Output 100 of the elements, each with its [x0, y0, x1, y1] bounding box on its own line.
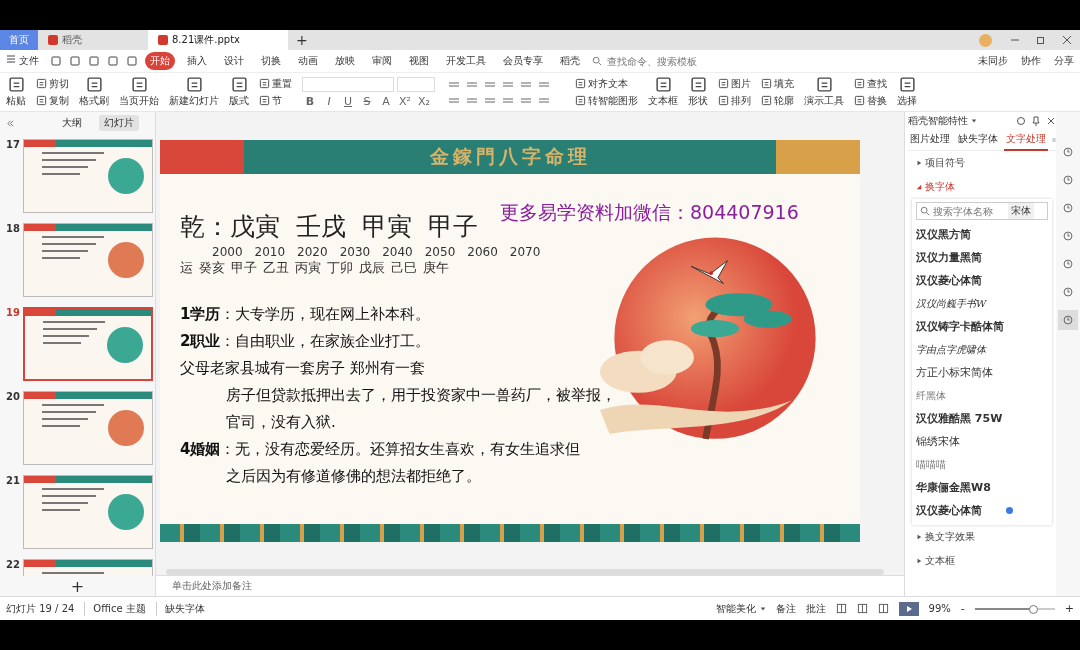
slide-thumbnail[interactable]	[23, 223, 153, 297]
file-menu[interactable]: 文件	[6, 54, 40, 68]
close-icon[interactable]	[1046, 116, 1056, 126]
collapse-icon[interactable]	[6, 118, 15, 128]
font-option[interactable]: 喵喵喵	[916, 453, 1048, 476]
section-header[interactable]: 换字体	[908, 175, 1056, 199]
ribbon-tab[interactable]: 视图	[404, 52, 435, 70]
document-tab[interactable]: 8.21课件.pptx	[148, 30, 288, 50]
format-button[interactable]: X²	[397, 94, 413, 108]
font-search-field[interactable]: 搜索字体名称 宋体	[916, 202, 1048, 220]
font-option[interactable]: 汉仪雅酷黑 75W	[916, 407, 1048, 430]
view-icon[interactable]	[835, 603, 847, 614]
ribbon-button[interactable]: 排列	[718, 93, 751, 108]
ribbon-button[interactable]: 粘贴	[6, 76, 26, 108]
quick-access-icon[interactable]	[69, 55, 82, 67]
notes-placeholder[interactable]: 单击此处添加备注	[172, 579, 252, 593]
ribbon-tab[interactable]: 开始	[145, 52, 176, 70]
format-button[interactable]: I	[321, 94, 337, 108]
font-option[interactable]: 汉仪尚巍手书W	[916, 292, 1048, 315]
command-search-field[interactable]: 查找命令、搜索模板	[592, 54, 703, 68]
panel-tab[interactable]: 缺失字体	[956, 129, 1000, 151]
ribbon-button[interactable]: 轮廓	[761, 93, 794, 108]
ribbon-button[interactable]: 查找	[854, 76, 887, 91]
notes-button[interactable]: 备注	[775, 601, 796, 616]
ribbon-button[interactable]: 选择	[897, 76, 917, 108]
ribbon-button[interactable]: 填充	[761, 76, 794, 91]
zoom-percent[interactable]: 99%	[928, 603, 951, 614]
ribbon-button[interactable]: 新建幻灯片	[169, 76, 219, 108]
ribbon-button[interactable]: 文本框	[648, 76, 678, 108]
font-option[interactable]: 纤黑体	[916, 384, 1048, 407]
section-header[interactable]: 文本框	[908, 549, 1056, 573]
format-button[interactable]: X₂	[416, 94, 432, 108]
toolbar-action[interactable]: 分享	[1054, 54, 1074, 68]
section-header[interactable]: 换文字效果	[908, 525, 1056, 549]
add-slide-button[interactable]: +	[0, 576, 155, 596]
toolbar-action[interactable]: 未同步	[978, 54, 1008, 68]
ribbon-button[interactable]: 对齐文本	[575, 76, 638, 91]
settings-icon[interactable]	[1016, 116, 1026, 126]
panel-tab[interactable]: 文字处理	[1004, 129, 1048, 151]
font-option[interactable]: 华康俪金黑W8	[916, 476, 1048, 499]
zoom-in-button[interactable]: +	[1064, 602, 1074, 615]
missing-font-button[interactable]: 缺失字体	[155, 601, 205, 616]
document-tab[interactable]: 首页	[0, 30, 38, 50]
ribbon-button[interactable]: 图片	[718, 76, 751, 91]
font-option[interactable]: 汉仪力量黑简	[916, 246, 1048, 269]
pin-icon[interactable]	[1031, 116, 1041, 126]
panel-tab[interactable]: 大纲	[57, 115, 87, 131]
font-option[interactable]: 锦绣宋体	[916, 430, 1048, 453]
new-tab-button[interactable]: +	[288, 30, 316, 50]
ribbon-tab[interactable]: 插入	[182, 52, 213, 70]
slide-thumbnail[interactable]	[23, 307, 153, 381]
ribbon-button[interactable]: 重置	[259, 76, 292, 91]
quick-access-icon[interactable]	[126, 55, 139, 67]
ribbon-tab[interactable]: 稻壳	[555, 52, 586, 70]
current-font[interactable]: 宋体	[1008, 203, 1034, 219]
quick-access-icon[interactable]	[50, 55, 63, 67]
quick-access-icon[interactable]	[107, 55, 120, 67]
ribbon-button[interactable]: 演示工具	[804, 76, 844, 108]
font-name-field[interactable]	[302, 76, 394, 92]
restore-icon[interactable]	[1036, 35, 1046, 45]
ribbon-tab[interactable]: 切换	[256, 52, 287, 70]
format-button[interactable]: S	[359, 94, 375, 108]
slide-thumbnail[interactable]	[23, 391, 153, 465]
font-size-field[interactable]	[397, 76, 435, 92]
ribbon-tab[interactable]: 放映	[330, 52, 361, 70]
close-icon[interactable]	[1062, 35, 1072, 45]
font-option[interactable]: 方正小标宋简体	[916, 361, 1048, 384]
ribbon-tab[interactable]: 会员专享	[498, 52, 549, 70]
panel-tab[interactable]: 图片处理	[908, 129, 952, 151]
panel-tab[interactable]: 幻灯片	[99, 115, 139, 131]
ribbon-button[interactable]: 当页开始	[119, 76, 159, 108]
ribbon-button[interactable]: 替换	[854, 93, 887, 108]
ribbon-button[interactable]: 格式刷	[79, 76, 109, 108]
font-option[interactable]: 汉仪菱心体简	[916, 499, 1048, 522]
font-option[interactable]: 汉仪黑方简	[916, 223, 1048, 246]
section-header[interactable]: 项目符号	[908, 151, 1056, 175]
document-tab[interactable]: 稻壳	[38, 30, 148, 50]
view-icon[interactable]	[856, 603, 868, 614]
side-tool-icon[interactable]	[1058, 310, 1078, 330]
view-icon[interactable]	[877, 603, 889, 614]
ribbon-tab[interactable]: 审阅	[367, 52, 398, 70]
ribbon-button[interactable]: 剪切	[36, 76, 69, 91]
ribbon-button[interactable]: 版式	[229, 76, 249, 108]
format-button[interactable]: B	[302, 94, 318, 108]
format-button[interactable]: U	[340, 94, 356, 108]
play-button[interactable]	[898, 601, 919, 616]
toolbar-action[interactable]: 协作	[1021, 54, 1041, 68]
ribbon-button[interactable]: 转智能图形	[575, 93, 638, 108]
ribbon-tab[interactable]: 动画	[293, 52, 324, 70]
ribbon-button[interactable]: 节	[259, 93, 292, 108]
font-option[interactable]: 汉仪铸字卡酷体简	[916, 315, 1048, 338]
font-option[interactable]: 字由点字虎啸体	[916, 338, 1048, 361]
slide-thumbnail[interactable]	[23, 139, 153, 213]
ribbon-tab[interactable]: 设计	[219, 52, 250, 70]
comments-button[interactable]: 批注	[805, 601, 826, 616]
panel-title[interactable]: 稻壳智能特性	[908, 114, 1011, 128]
ribbon-tab[interactable]: 开发工具	[441, 52, 492, 70]
zoom-out-button[interactable]: -	[960, 602, 965, 615]
font-option[interactable]: 汉仪菱心体简	[916, 269, 1048, 292]
slide-thumbnail[interactable]	[23, 475, 153, 549]
